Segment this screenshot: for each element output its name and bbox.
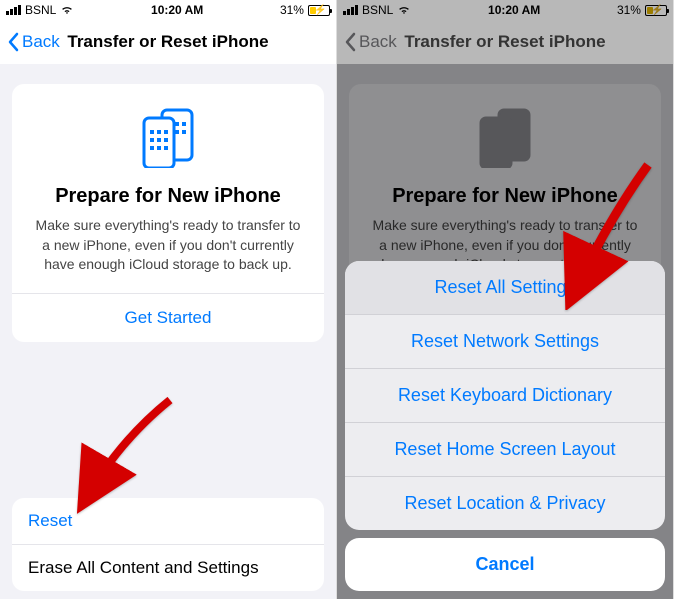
prepare-card: Prepare for New iPhone Make sure everyth… bbox=[12, 84, 324, 342]
screen-reset-sheet: BSNL 10:20 AM 31% ⚡ Back Transfer or Res… bbox=[337, 0, 674, 599]
nav-bar: Back Transfer or Reset iPhone bbox=[337, 20, 673, 64]
card-title: Prepare for New iPhone bbox=[365, 185, 645, 208]
time-label: 10:20 AM bbox=[151, 3, 203, 17]
battery-pct-label: 31% bbox=[617, 3, 641, 17]
back-button[interactable]: Back bbox=[345, 32, 397, 52]
battery-icon: ⚡ bbox=[645, 5, 667, 16]
chevron-left-icon bbox=[8, 32, 20, 52]
carrier-label: BSNL bbox=[362, 3, 393, 17]
content-area: Prepare for New iPhone Make sure everyth… bbox=[0, 64, 336, 599]
sheet-options-group: Reset All Settings Reset Network Setting… bbox=[345, 261, 665, 530]
back-label: Back bbox=[22, 32, 60, 52]
chevron-left-icon bbox=[345, 32, 357, 52]
status-bar: BSNL 10:20 AM 31% ⚡ bbox=[0, 0, 336, 20]
signal-icon bbox=[6, 5, 21, 15]
reset-button[interactable]: Reset bbox=[12, 498, 324, 544]
get-started-button[interactable]: Get Started bbox=[28, 294, 308, 342]
reset-all-settings-button[interactable]: Reset All Settings bbox=[345, 261, 665, 314]
reset-network-button[interactable]: Reset Network Settings bbox=[345, 314, 665, 368]
card-title: Prepare for New iPhone bbox=[28, 185, 308, 208]
back-label: Back bbox=[359, 32, 397, 52]
reset-home-screen-button[interactable]: Reset Home Screen Layout bbox=[345, 422, 665, 476]
reset-action-sheet: Reset All Settings Reset Network Setting… bbox=[345, 261, 665, 591]
screen-transfer-reset: BSNL 10:20 AM 31% ⚡ Back Transfer or Res… bbox=[0, 0, 337, 599]
carrier-label: BSNL bbox=[25, 3, 56, 17]
erase-all-button[interactable]: Erase All Content and Settings bbox=[12, 544, 324, 591]
wifi-icon bbox=[60, 5, 74, 15]
transfer-phones-icon bbox=[365, 108, 645, 173]
status-bar: BSNL 10:20 AM 31% ⚡ bbox=[337, 0, 673, 20]
reset-keyboard-button[interactable]: Reset Keyboard Dictionary bbox=[345, 368, 665, 422]
nav-bar: Back Transfer or Reset iPhone bbox=[0, 20, 336, 64]
card-text: Make sure everything's ready to transfer… bbox=[28, 216, 308, 275]
cancel-button[interactable]: Cancel bbox=[345, 538, 665, 591]
back-button[interactable]: Back bbox=[8, 32, 60, 52]
transfer-phones-icon bbox=[28, 108, 308, 173]
wifi-icon bbox=[397, 5, 411, 15]
reset-options-list: Reset Erase All Content and Settings bbox=[12, 498, 324, 591]
battery-pct-label: 31% bbox=[280, 3, 304, 17]
time-label: 10:20 AM bbox=[488, 3, 540, 17]
battery-icon: ⚡ bbox=[308, 5, 330, 16]
signal-icon bbox=[343, 5, 358, 15]
reset-location-privacy-button[interactable]: Reset Location & Privacy bbox=[345, 476, 665, 530]
